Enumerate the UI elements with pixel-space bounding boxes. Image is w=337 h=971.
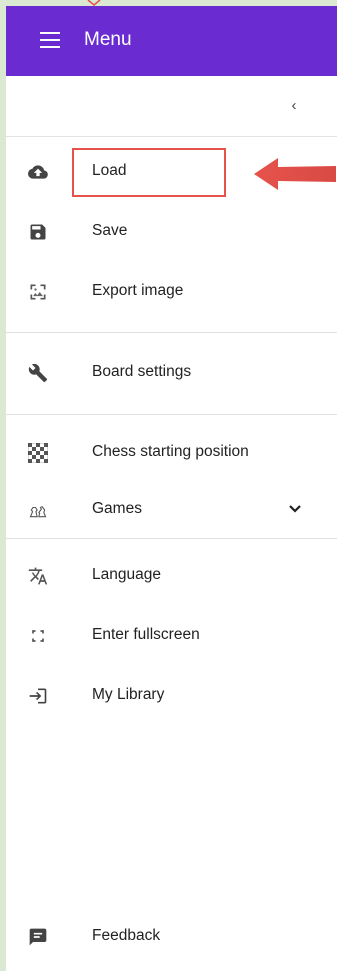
menu-item-save[interactable]: Save [6,204,337,260]
menu-item-label: My Library [92,686,165,703]
chevron-left-icon[interactable]: ‹ [284,96,304,116]
image-icon [30,284,46,300]
menu-item-label: Enter fullscreen [92,626,200,643]
menu-item-label: Language [92,566,161,583]
hamburger-menu-icon[interactable] [40,32,60,48]
login-icon [29,688,47,704]
menu-header: Menu [6,6,337,76]
cloud-upload-icon [28,165,48,179]
menu-item-language[interactable]: Language [6,548,337,604]
menu-item-chess-starting-position[interactable]: Chess starting position [6,425,337,481]
menu-item-games[interactable]: Games [6,482,337,538]
side-menu-panel: Menu ‹ Load Save Export image Board sett… [6,6,337,971]
menu-item-export-image[interactable]: Export image [6,264,337,320]
floppy-save-icon [30,224,46,240]
menu-title: Menu [84,29,132,50]
menu-item-label: Board settings [92,363,192,380]
menu-item-label: Export image [92,282,184,299]
divider [6,538,337,539]
menu-item-enter-fullscreen[interactable]: Enter fullscreen [6,608,337,664]
fullscreen-icon [32,630,44,642]
feedback-icon [29,928,47,946]
load-highlight-box [72,148,226,197]
menu-item-my-library[interactable]: My Library [6,668,337,724]
menu-item-label: Save [92,222,128,239]
chevron-down-icon[interactable] [288,502,302,516]
divider [6,332,337,333]
checkerboard-icon [28,443,48,463]
chess-pieces-icon [29,505,47,518]
collapse-row: ‹ [6,76,337,137]
wrench-icon [28,363,48,383]
menu-item-board-settings[interactable]: Board settings [6,345,337,401]
menu-item-label: Chess starting position [92,443,249,460]
menu-item-label: Feedback [92,927,161,944]
divider [6,414,337,415]
menu-item-feedback[interactable]: Feedback [6,909,337,965]
translate-icon [28,567,48,585]
red-arrow-annotation [254,158,336,190]
menu-item-label: Games [92,500,142,517]
